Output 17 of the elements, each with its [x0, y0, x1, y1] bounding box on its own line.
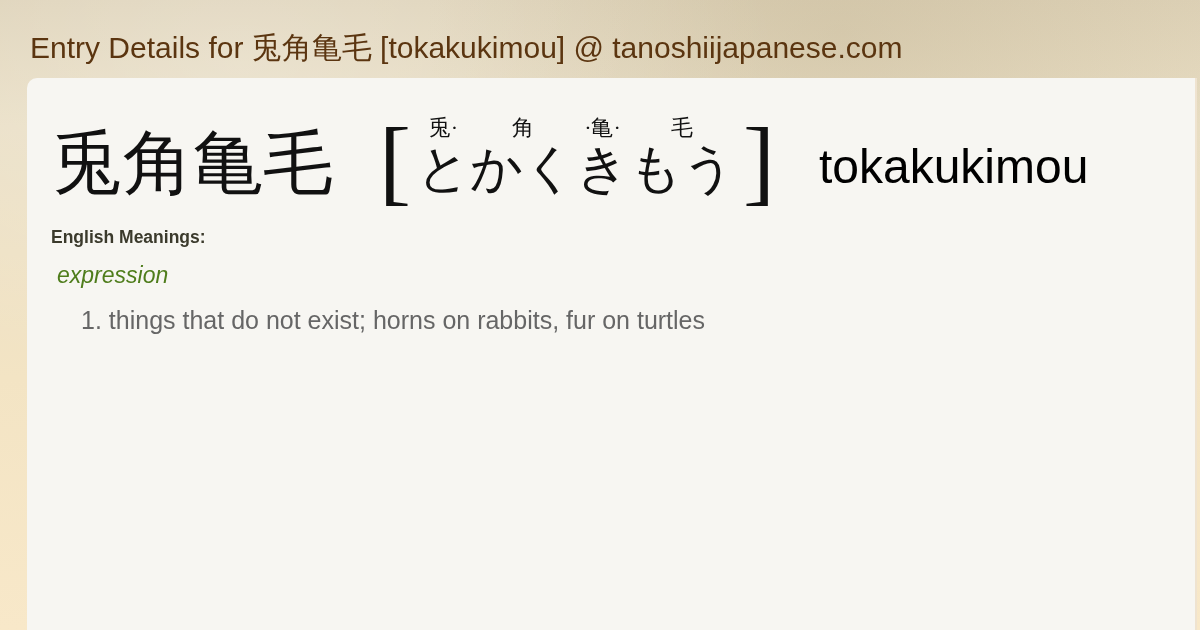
kana-reading: き	[575, 141, 629, 197]
romaji-reading: tokakukimou	[818, 143, 1089, 191]
open-bracket: [	[379, 113, 411, 209]
sense-number: 1.	[81, 305, 102, 335]
kana-reading: もう	[628, 141, 735, 197]
page-title: Entry Details for 兎角亀毛 [tokakukimou] @ tanoshiijapanese.com	[30, 30, 903, 66]
furigana-text: ·亀·	[584, 115, 621, 141]
close-bracket: ]	[742, 113, 775, 209]
headword: 兎角亀毛	[53, 129, 333, 199]
kana-reading: かく	[469, 141, 576, 197]
section-heading: English Meanings:	[51, 226, 206, 248]
furigana-text: 毛	[670, 115, 693, 141]
furigana-text: 兎·	[428, 115, 459, 141]
sense-text: things that do not exist; horns on rabbits, fur on turtles	[108, 305, 706, 335]
kana-reading: と	[416, 141, 470, 197]
furigana-text: 角	[511, 115, 534, 141]
part-of-speech-label: expression	[57, 261, 169, 289]
